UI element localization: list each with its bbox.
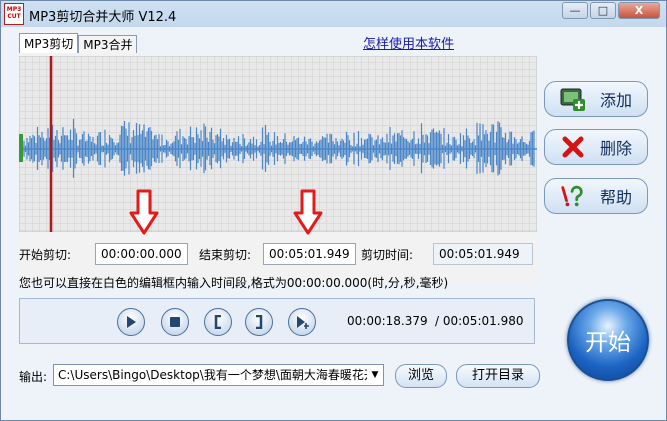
mark-start-icon	[214, 315, 221, 329]
play-button[interactable]	[117, 308, 145, 336]
window-title: MP3剪切合并大师 V12.4	[29, 10, 177, 25]
open-directory-button[interactable]: 打开目录	[456, 364, 540, 388]
play-selection-icon	[297, 316, 309, 329]
waveform-display[interactable]	[19, 56, 537, 232]
output-path-select[interactable]: C:\Users\Bingo\Desktop\我有一个梦想\面朝大海春暖花开 ▼	[53, 364, 384, 386]
format-hint-text: 您也可以直接在白色的编辑框内输入时间段,格式为00:00:00.000(时,分,…	[19, 276, 449, 290]
chevron-down-icon[interactable]: ▼	[367, 365, 383, 385]
browse-button[interactable]: 浏览	[395, 364, 447, 388]
end-cut-label: 结束剪切:	[199, 248, 252, 262]
tab-strip: MP3剪切 MP3合并	[19, 33, 138, 53]
add-button[interactable]: 添加	[544, 81, 648, 117]
cut-duration-label: 剪切时间:	[361, 248, 414, 262]
maximize-button[interactable]: □	[590, 2, 616, 19]
mark-end-icon	[256, 315, 263, 329]
output-path-value: C:\Users\Bingo\Desktop\我有一个梦想\面朝大海春暖花开	[58, 368, 376, 382]
annotation-arrow-start-icon	[129, 189, 159, 235]
tab-mp3-merge[interactable]: MP3合并	[78, 35, 138, 53]
cut-duration-value: 00:05:01.949	[433, 243, 533, 265]
help-button-label: 帮助	[600, 188, 633, 207]
help-question-icon	[560, 183, 586, 209]
minimize-button[interactable]: —	[562, 2, 588, 19]
end-cut-input[interactable]: 00:05:01.949	[263, 243, 356, 265]
red-x-icon	[560, 134, 586, 160]
mark-end-button[interactable]	[245, 308, 273, 336]
mark-start-button[interactable]	[204, 308, 232, 336]
tab-mp3-cut[interactable]: MP3剪切	[19, 33, 79, 53]
delete-button-label: 删除	[600, 139, 633, 158]
close-button[interactable]: X	[618, 2, 660, 19]
how-to-use-link[interactable]: 怎样使用本软件	[363, 33, 454, 52]
app-window: MP3 CUT MP3剪切合并大师 V12.4 — □ X MP3剪切 MP3合…	[0, 0, 667, 421]
start-button[interactable]: 开始	[567, 299, 649, 381]
help-button[interactable]: 帮助	[544, 178, 648, 214]
start-cut-label: 开始剪切:	[19, 248, 72, 262]
start-cut-input[interactable]: 00:00:00.000	[95, 243, 188, 265]
title-bar: MP3 CUT MP3剪切合并大师 V12.4 — □ X	[1, 1, 666, 27]
current-time: 00:00:18.379	[347, 314, 428, 328]
play-selection-button[interactable]	[288, 308, 316, 336]
annotation-arrow-end-icon	[293, 189, 323, 235]
delete-button[interactable]: 删除	[544, 129, 648, 165]
output-label: 输出:	[19, 370, 48, 384]
play-icon	[127, 316, 136, 328]
app-logo-icon: MP3 CUT	[4, 3, 24, 25]
add-film-icon	[560, 86, 586, 112]
stop-button[interactable]	[161, 308, 189, 336]
stop-icon	[170, 317, 180, 327]
add-button-label: 添加	[600, 91, 633, 110]
total-time: / 00:05:01.980	[435, 314, 524, 328]
